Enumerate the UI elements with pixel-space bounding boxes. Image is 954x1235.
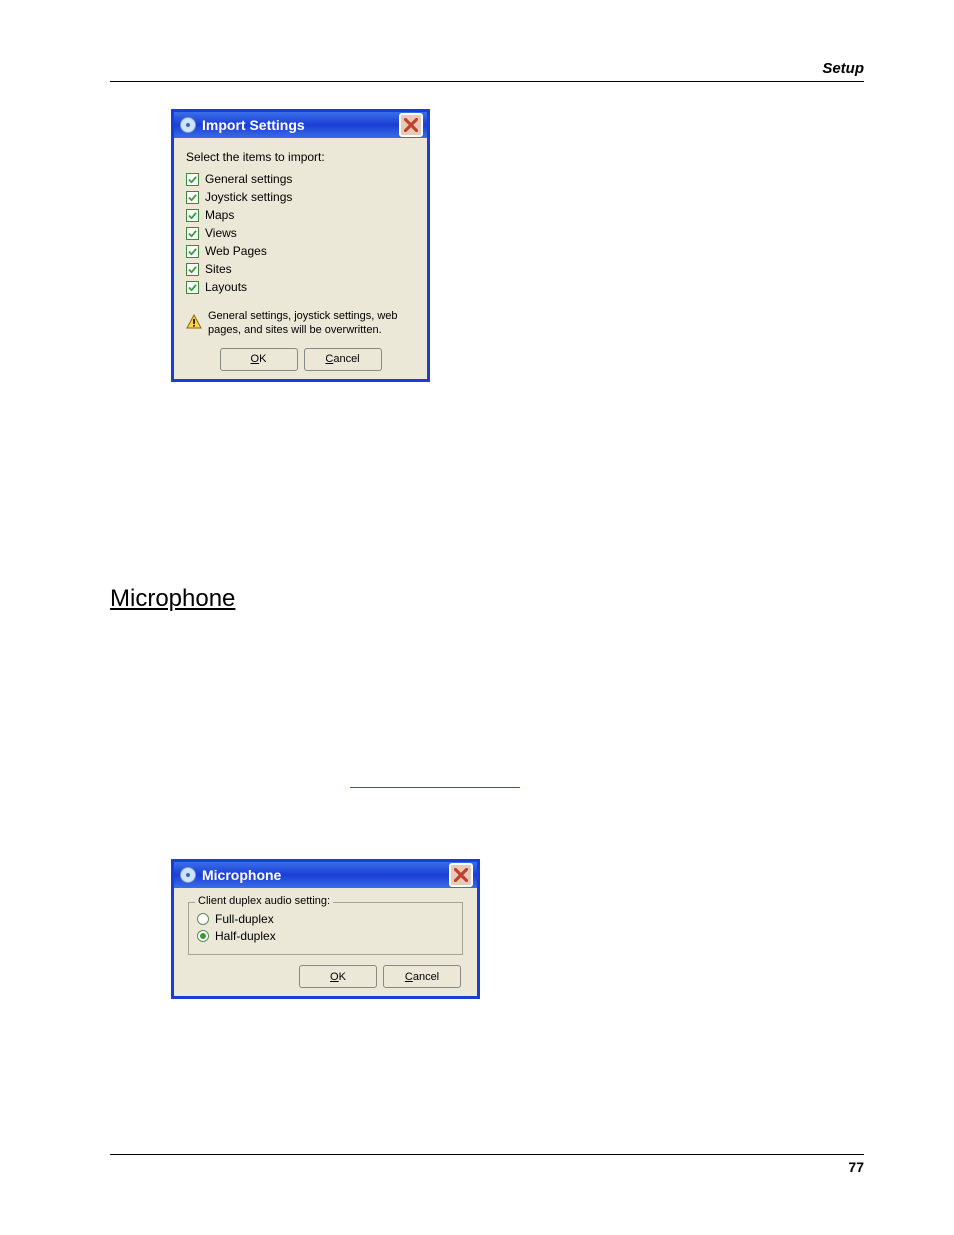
titlebar[interactable]: Microphone <box>174 862 477 888</box>
check-icon <box>188 175 197 184</box>
checkbox-label: Joystick settings <box>205 190 292 204</box>
radio-label: Full-duplex <box>215 912 274 926</box>
section-heading-microphone: Microphone <box>110 585 235 613</box>
check-icon <box>188 247 197 256</box>
checkbox-row[interactable]: General settings <box>186 172 415 186</box>
check-icon <box>188 229 197 238</box>
cancel-button[interactable]: Cancel <box>383 965 461 988</box>
dialog-body: Client duplex audio setting: Full-duplex… <box>174 888 477 996</box>
checkbox[interactable] <box>186 245 199 258</box>
duplex-group: Client duplex audio setting: Full-duplex… <box>188 902 463 955</box>
ok-button[interactable]: OK <box>299 965 377 988</box>
checkbox[interactable] <box>186 191 199 204</box>
page-header: Setup <box>110 60 864 82</box>
checkbox-label: Web Pages <box>205 244 267 258</box>
close-icon <box>404 118 418 132</box>
checkbox-label: Sites <box>205 262 232 276</box>
check-icon <box>188 211 197 220</box>
button-row: OK Cancel <box>186 965 465 988</box>
dialog-title: Import Settings <box>202 117 305 133</box>
warning-icon <box>186 314 202 330</box>
button-row: OK Cancel <box>186 348 415 371</box>
checkbox[interactable] <box>186 209 199 222</box>
check-icon <box>188 265 197 274</box>
page-number: 77 <box>110 1159 864 1175</box>
page-footer: 77 <box>110 1154 864 1175</box>
radio-label: Half-duplex <box>215 929 276 943</box>
checkbox[interactable] <box>186 281 199 294</box>
radio-button[interactable] <box>197 913 209 925</box>
radio-row-full-duplex[interactable]: Full-duplex <box>197 912 454 926</box>
warning-row: General settings, joystick settings, web… <box>186 310 415 338</box>
checkbox-row[interactable]: Web Pages <box>186 244 415 258</box>
titlebar-left: Import Settings <box>180 117 305 133</box>
checkbox-label: Maps <box>205 208 234 222</box>
radio-row-half-duplex[interactable]: Half-duplex <box>197 929 454 943</box>
inline-link[interactable] <box>350 775 520 792</box>
checkbox-row[interactable]: Views <box>186 226 415 240</box>
titlebar[interactable]: Import Settings <box>174 112 427 138</box>
titlebar-left: Microphone <box>180 867 281 883</box>
dialog-body: Select the items to import: General sett… <box>174 138 427 379</box>
footer-rule <box>110 1154 864 1155</box>
checkbox[interactable] <box>186 227 199 240</box>
running-head: Setup <box>110 60 864 77</box>
group-label: Client duplex audio setting: <box>195 895 333 907</box>
checkbox-row[interactable]: Layouts <box>186 280 415 294</box>
dialog-title: Microphone <box>202 867 281 883</box>
app-icon <box>180 867 196 883</box>
link-underline[interactable] <box>350 787 520 788</box>
checkbox-label: Layouts <box>205 280 247 294</box>
warning-text: General settings, joystick settings, web… <box>208 310 415 338</box>
header-rule <box>110 81 864 82</box>
checkbox-row[interactable]: Joystick settings <box>186 190 415 204</box>
import-settings-dialog: Import Settings Select the items to impo… <box>171 109 430 382</box>
checkbox[interactable] <box>186 173 199 186</box>
checkbox-label: Views <box>205 226 237 240</box>
close-button[interactable] <box>449 863 473 887</box>
checkbox-label: General settings <box>205 172 292 186</box>
checkbox-row[interactable]: Sites <box>186 262 415 276</box>
prompt-text: Select the items to import: <box>186 150 415 164</box>
check-icon <box>188 193 197 202</box>
close-button[interactable] <box>399 113 423 137</box>
check-icon <box>188 283 197 292</box>
checkbox[interactable] <box>186 263 199 276</box>
app-icon <box>180 117 196 133</box>
close-icon <box>454 868 468 882</box>
cancel-button[interactable]: Cancel <box>304 348 382 371</box>
radio-button[interactable] <box>197 930 209 942</box>
ok-button[interactable]: OK <box>220 348 298 371</box>
microphone-dialog: Microphone Client duplex audio setting: … <box>171 859 480 999</box>
checkbox-row[interactable]: Maps <box>186 208 415 222</box>
